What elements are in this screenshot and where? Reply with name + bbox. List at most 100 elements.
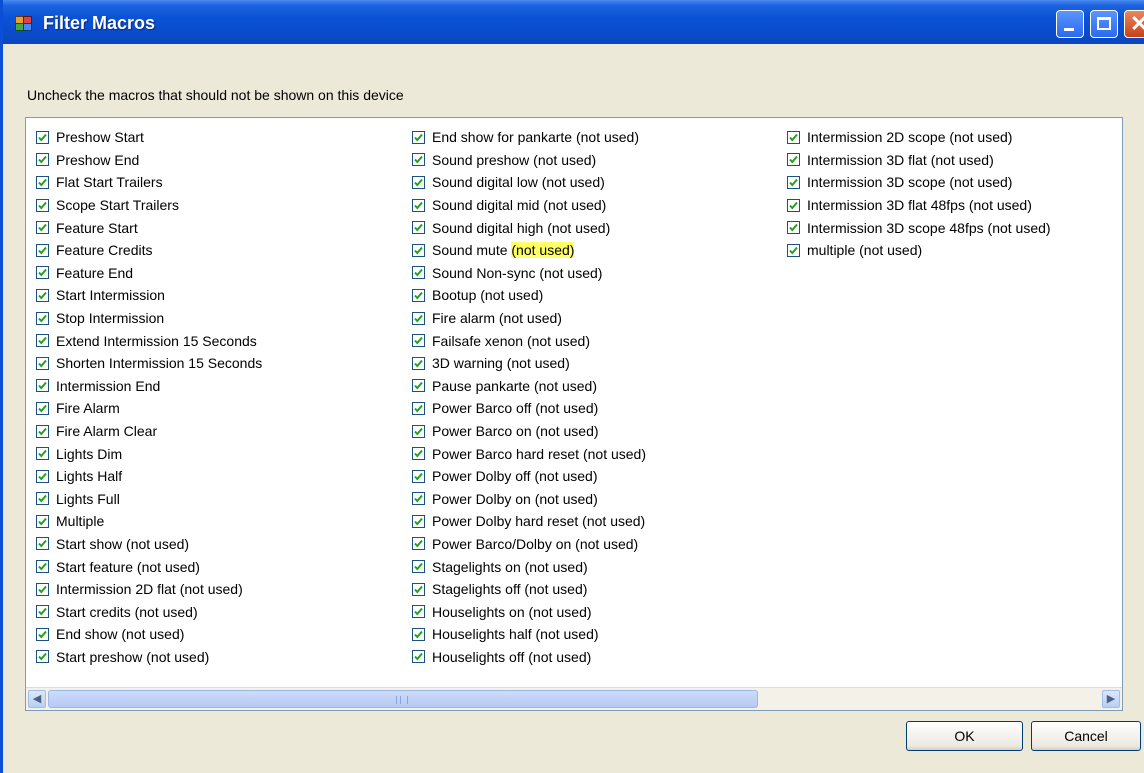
macro-checkbox[interactable]	[787, 153, 800, 167]
macro-item[interactable]: Power Dolby on (not used)	[412, 488, 646, 511]
macro-item[interactable]: Intermission 3D flat 48fps (not used)	[787, 194, 1051, 217]
macro-checkbox[interactable]	[36, 627, 49, 641]
macro-item[interactable]: Sound preshow (not used)	[412, 149, 646, 172]
macro-item[interactable]: Houselights off (not used)	[412, 646, 646, 669]
macro-checkbox[interactable]	[412, 175, 425, 189]
macro-checkbox[interactable]	[36, 401, 49, 415]
macro-item[interactable]: Start Intermission	[36, 284, 262, 307]
macro-checkbox[interactable]	[36, 605, 49, 619]
macro-item[interactable]: Lights Half	[36, 465, 262, 488]
macro-checkbox[interactable]	[412, 537, 425, 551]
macro-checkbox[interactable]	[36, 130, 49, 144]
macro-item[interactable]: Sound Non-sync (not used)	[412, 262, 646, 285]
macro-item[interactable]: Intermission 3D scope 48fps (not used)	[787, 216, 1051, 239]
macro-item[interactable]: Intermission 2D scope (not used)	[787, 126, 1051, 149]
macro-checkbox[interactable]	[36, 492, 49, 506]
macro-checkbox[interactable]	[412, 514, 425, 528]
macro-item[interactable]: Sound digital high (not used)	[412, 216, 646, 239]
macro-checkbox[interactable]	[787, 243, 800, 257]
macro-item[interactable]: Stop Intermission	[36, 307, 262, 330]
macro-checkbox[interactable]	[36, 537, 49, 551]
macro-item[interactable]: Feature Credits	[36, 239, 262, 262]
macro-checkbox[interactable]	[412, 492, 425, 506]
macro-item[interactable]: Intermission 3D scope (not used)	[787, 171, 1051, 194]
macro-item[interactable]: Fire Alarm	[36, 397, 262, 420]
macro-checkbox[interactable]	[412, 627, 425, 641]
macro-checkbox[interactable]	[36, 288, 49, 302]
macro-item[interactable]: Multiple	[36, 510, 262, 533]
scroll-thumb[interactable]	[48, 690, 758, 708]
macro-item[interactable]: Sound mute (not used)	[412, 239, 646, 262]
macro-checkbox[interactable]	[412, 311, 425, 325]
macro-item[interactable]: Stagelights on (not used)	[412, 555, 646, 578]
macro-item[interactable]: Fire Alarm Clear	[36, 420, 262, 443]
macro-checkbox[interactable]	[36, 221, 49, 235]
macro-checkbox[interactable]	[787, 198, 800, 212]
macro-checkbox[interactable]	[412, 243, 425, 257]
macro-item[interactable]: Lights Full	[36, 488, 262, 511]
macro-checkbox[interactable]	[36, 356, 49, 370]
macro-checkbox[interactable]	[412, 334, 425, 348]
macro-item[interactable]: Pause pankarte (not used)	[412, 375, 646, 398]
macro-item[interactable]: End show for pankarte (not used)	[412, 126, 646, 149]
macro-checkbox[interactable]	[36, 424, 49, 438]
macro-item[interactable]: Power Dolby hard reset (not used)	[412, 510, 646, 533]
macro-checkbox[interactable]	[36, 379, 49, 393]
macro-checkbox[interactable]	[412, 447, 425, 461]
macro-item[interactable]: Houselights half (not used)	[412, 623, 646, 646]
macro-item[interactable]: Power Dolby off (not used)	[412, 465, 646, 488]
cancel-button[interactable]: Cancel	[1031, 721, 1141, 751]
ok-button[interactable]: OK	[906, 721, 1023, 751]
macro-item[interactable]: Shorten Intermission 15 Seconds	[36, 352, 262, 375]
scroll-right-button[interactable]: ▶	[1102, 690, 1120, 708]
macro-checkbox[interactable]	[412, 560, 425, 574]
macro-item[interactable]: Feature Start	[36, 216, 262, 239]
macro-checkbox[interactable]	[36, 650, 49, 664]
macro-item[interactable]: Power Barco off (not used)	[412, 397, 646, 420]
macro-item[interactable]: Intermission 3D flat (not used)	[787, 149, 1051, 172]
macro-item[interactable]: Intermission 2D flat (not used)	[36, 578, 262, 601]
macro-checkbox[interactable]	[412, 356, 425, 370]
macro-item[interactable]: Start preshow (not used)	[36, 646, 262, 669]
macro-checkbox[interactable]	[36, 198, 49, 212]
macro-item[interactable]: Start credits (not used)	[36, 600, 262, 623]
maximize-button[interactable]	[1090, 10, 1118, 38]
macro-checkbox[interactable]	[36, 153, 49, 167]
macro-checkbox[interactable]	[36, 560, 49, 574]
macro-checkbox[interactable]	[36, 311, 49, 325]
macro-checkbox[interactable]	[36, 334, 49, 348]
macro-checkbox[interactable]	[787, 221, 800, 235]
macro-item[interactable]: Sound digital low (not used)	[412, 171, 646, 194]
macro-checkbox[interactable]	[412, 582, 425, 596]
macro-item[interactable]: Stagelights off (not used)	[412, 578, 646, 601]
macro-item[interactable]: Flat Start Trailers	[36, 171, 262, 194]
macro-item[interactable]: End show (not used)	[36, 623, 262, 646]
macro-checkbox[interactable]	[36, 469, 49, 483]
macro-checkbox[interactable]	[36, 447, 49, 461]
scroll-left-button[interactable]: ◀	[28, 690, 46, 708]
macro-checkbox[interactable]	[36, 266, 49, 280]
macro-item[interactable]: Houselights on (not used)	[412, 600, 646, 623]
macro-item[interactable]: Start show (not used)	[36, 533, 262, 556]
macro-item[interactable]: Power Barco hard reset (not used)	[412, 442, 646, 465]
macro-item[interactable]: Start feature (not used)	[36, 555, 262, 578]
macro-item[interactable]: Bootup (not used)	[412, 284, 646, 307]
macro-item[interactable]: Fire alarm (not used)	[412, 307, 646, 330]
macro-checkbox[interactable]	[36, 582, 49, 596]
macro-checkbox[interactable]	[412, 198, 425, 212]
macro-checkbox[interactable]	[36, 243, 49, 257]
macro-checkbox[interactable]	[412, 401, 425, 415]
close-button[interactable]: ✕	[1124, 10, 1144, 38]
macro-item[interactable]: Intermission End	[36, 375, 262, 398]
macro-item[interactable]: 3D warning (not used)	[412, 352, 646, 375]
macro-item[interactable]: Scope Start Trailers	[36, 194, 262, 217]
title-bar[interactable]: Filter Macros ✕	[3, 0, 1144, 44]
horizontal-scrollbar[interactable]: ◀ ▶	[26, 687, 1122, 710]
macro-checkbox[interactable]	[412, 266, 425, 280]
macro-checkbox[interactable]	[412, 650, 425, 664]
macro-item[interactable]: multiple (not used)	[787, 239, 1051, 262]
macro-item[interactable]: Failsafe xenon (not used)	[412, 329, 646, 352]
macro-item[interactable]: Preshow End	[36, 149, 262, 172]
macro-item[interactable]: Power Barco on (not used)	[412, 420, 646, 443]
macro-checklist[interactable]: Preshow Start Preshow End Flat Start Trail…	[25, 117, 1123, 711]
